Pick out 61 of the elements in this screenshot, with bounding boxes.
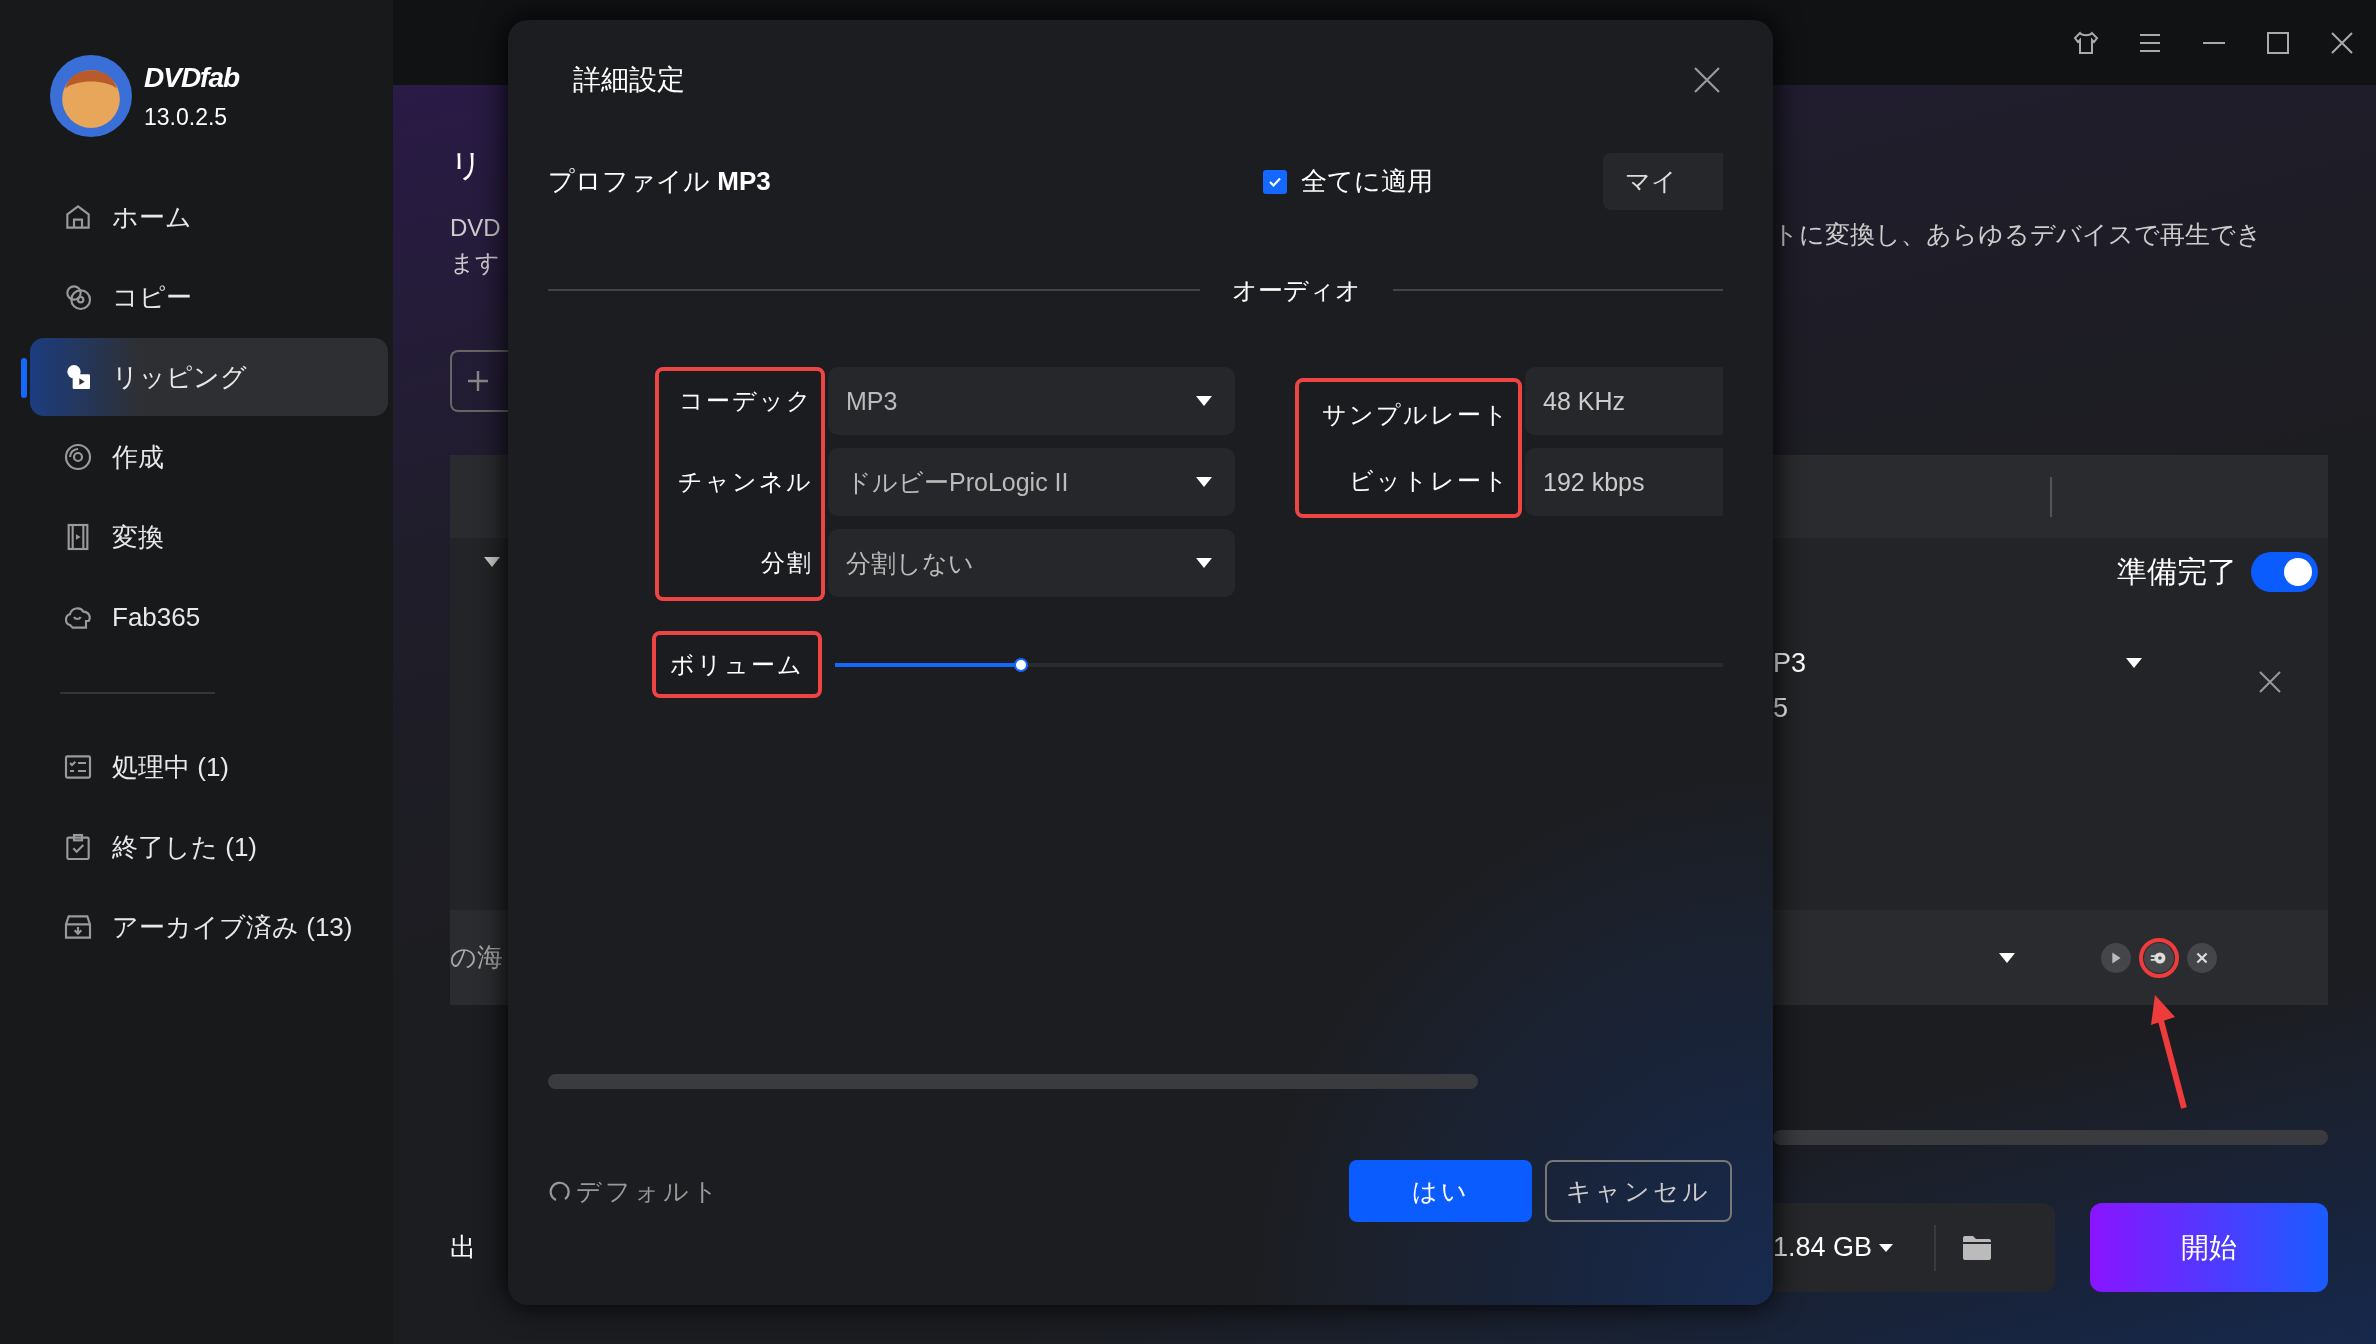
field-label: コーデック [678, 386, 814, 416]
sidebar-item[interactable]: 変換 [30, 498, 388, 576]
scrollbar[interactable] [548, 1074, 1478, 1089]
slider-thumb[interactable] [1014, 657, 1029, 672]
ok-button[interactable]: はい [1349, 1160, 1532, 1222]
start-button[interactable]: 開始 [2090, 1203, 2328, 1292]
scrollbar[interactable] [1773, 1130, 2328, 1145]
profile-button[interactable]: マイ [1603, 153, 1723, 210]
size-dropdown[interactable]: 1.84 GB [1773, 1232, 1895, 1263]
field-label: ボリューム [652, 631, 822, 698]
sidebar-item[interactable]: コピー [30, 258, 388, 336]
caret-icon [483, 556, 501, 568]
caret-icon [1195, 395, 1213, 407]
dropdown[interactable]: MP3 [828, 367, 1235, 435]
logo-icon [50, 55, 132, 137]
value-field[interactable]: 192 kbps [1525, 448, 1723, 516]
close-icon[interactable] [1693, 66, 1721, 94]
close-icon[interactable] [2258, 670, 2282, 694]
profile-label: プロファイル MP3 [548, 165, 772, 198]
checkbox[interactable] [1263, 169, 1287, 194]
dropdown[interactable]: 分割しない [828, 529, 1235, 597]
refresh-icon [548, 1179, 572, 1203]
value-field[interactable]: 48 KHz [1525, 367, 1723, 435]
checkbox-label: 全てに適用 [1301, 165, 1433, 198]
field-label: チャンネル [677, 467, 814, 497]
sidebar-item[interactable]: Fab365 [30, 578, 388, 656]
description-text: ます [450, 248, 501, 278]
sidebar-item[interactable]: 作成 [30, 418, 388, 496]
output-label: 出 [450, 1231, 477, 1264]
caret-icon [1195, 557, 1213, 569]
sidebar-item[interactable]: 処理中 (1) [30, 728, 388, 806]
dropdown[interactable]: ドルビーProLogic II [828, 448, 1235, 516]
caret-icon[interactable] [1998, 951, 2016, 964]
sidebar-item[interactable]: ホーム [30, 178, 388, 256]
field-label: 分割 [760, 548, 814, 578]
icon-button[interactable] [2187, 942, 2217, 973]
title-text: の海 [450, 941, 503, 974]
icon-button[interactable] [2101, 942, 2131, 973]
description-text: DVD [450, 213, 502, 243]
dialog-title: 詳細設定 [573, 63, 685, 97]
page-heading: リ [450, 145, 484, 186]
field-label: ビットレート [1348, 466, 1511, 496]
brand-name: DVDfab [144, 61, 240, 94]
format-text: 5 [1773, 692, 1790, 725]
caret-icon[interactable] [2125, 657, 2143, 669]
disc-icon [62, 441, 94, 473]
folder-icon[interactable] [1962, 1234, 1993, 1261]
ready-label: 準備完了 [2117, 553, 2237, 590]
caret-icon [1878, 1242, 1895, 1253]
description-text: トに変換し、あらゆるデバイスで再生でき [1773, 219, 2263, 250]
format-text: P3 [1773, 647, 1807, 680]
cancel-button[interactable]: キャンセル [1545, 1160, 1732, 1222]
plus-icon [466, 369, 490, 393]
version-label: 13.0.2.5 [144, 103, 229, 131]
sidebar-item[interactable]: 終了した (1) [30, 808, 388, 886]
sidebar-item[interactable]: アーカイブ済み (13) [30, 888, 388, 966]
toggle-switch[interactable] [2251, 552, 2318, 592]
reset-link[interactable]: デフォルト [548, 1174, 1349, 1208]
caret-icon [1195, 476, 1213, 488]
field-label: サンプルレート [1321, 400, 1511, 430]
section-title: オーディオ [1232, 274, 1361, 306]
